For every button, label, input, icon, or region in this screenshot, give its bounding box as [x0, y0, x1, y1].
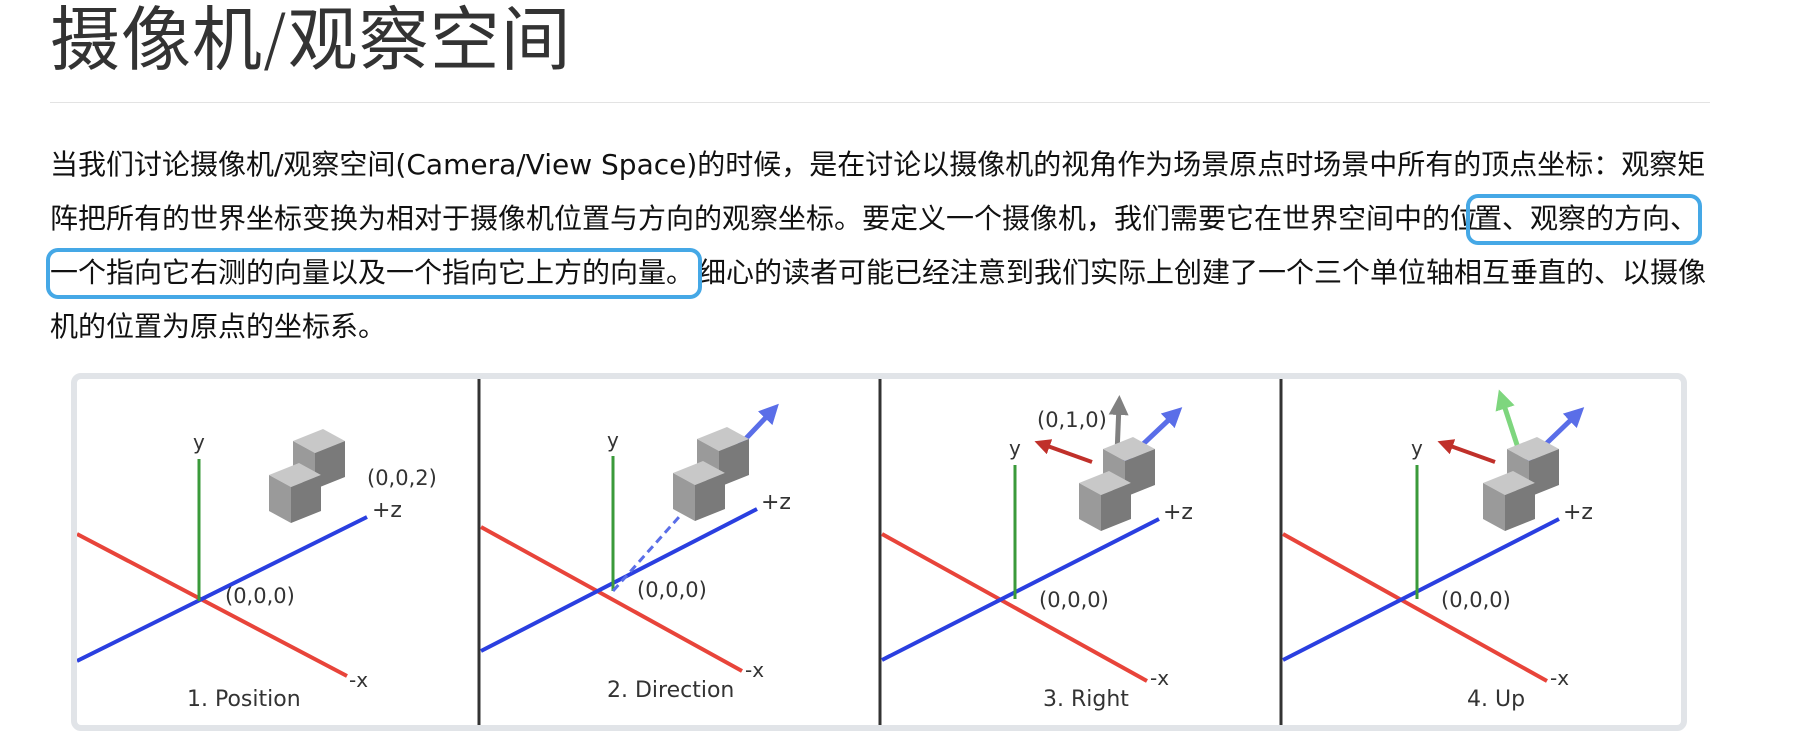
- caption-direction: 2. Direction: [607, 678, 734, 703]
- x-axis-label: -x: [745, 658, 764, 682]
- world-up-label: (0,1,0): [1037, 408, 1107, 432]
- title-divider: [50, 102, 1710, 103]
- page-title: 摄像机/观察空间: [50, 0, 572, 81]
- y-axis-label: y: [193, 430, 205, 454]
- origin-label: (0,0,0): [1039, 588, 1109, 612]
- z-axis-label: +z: [761, 490, 791, 515]
- camera-icon: [673, 427, 749, 521]
- x-axis-label: -x: [1550, 666, 1569, 690]
- caption-up: 4. Up: [1467, 687, 1525, 712]
- camera-icon: [1483, 437, 1559, 531]
- camera-icon: [1079, 437, 1155, 531]
- y-axis-label: y: [1009, 436, 1021, 460]
- caption-position: 1. Position: [187, 687, 301, 712]
- camera-space-figure: y +z -x (0,0,0) (0,0,2) 1. Position y +z…: [71, 373, 1687, 731]
- z-axis-label: +z: [1163, 500, 1193, 525]
- x-axis-label: -x: [349, 668, 368, 692]
- z-axis: [881, 517, 1160, 662]
- camera-icon: [269, 429, 345, 523]
- y-axis-label: y: [1411, 436, 1423, 460]
- origin-label: (0,0,0): [225, 584, 295, 608]
- x-axis: [77, 532, 348, 678]
- origin-label: (0,0,0): [1441, 588, 1511, 612]
- y-axis-label: y: [607, 428, 619, 452]
- body-paragraph: 当我们讨论摄像机/观察空间(Camera/View Space)的时候，是在讨论…: [45, 138, 1720, 354]
- caption-right: 3. Right: [1043, 687, 1129, 712]
- z-axis: [1282, 517, 1560, 662]
- panel-up: y +z -x (0,0,0) 4. Up: [1282, 389, 1593, 712]
- panel-position: y +z -x (0,0,0) (0,0,2) 1. Position: [77, 429, 437, 712]
- figure-svg: y +z -x (0,0,0) (0,0,2) 1. Position y +z…: [77, 379, 1593, 725]
- z-axis-label: +z: [372, 498, 402, 523]
- origin-label: (0,0,0): [637, 578, 707, 602]
- z-axis: [480, 507, 758, 653]
- camera-position-label: (0,0,2): [367, 466, 437, 490]
- panel-right: y +z -x (0,0,0) (0,1,0) 3. Right: [881, 395, 1193, 712]
- x-axis-label: -x: [1150, 666, 1169, 690]
- right-vector: [1437, 439, 1496, 464]
- panel-direction: y +z -x (0,0,0) 2. Direction: [480, 403, 791, 703]
- paragraph-text: 当我们讨论摄像机/观察空间(Camera/View Space)的时候，是在讨论…: [50, 148, 1706, 235]
- right-vector: [1034, 439, 1093, 464]
- z-axis-label: +z: [1563, 500, 1593, 525]
- z-axis: [77, 515, 368, 663]
